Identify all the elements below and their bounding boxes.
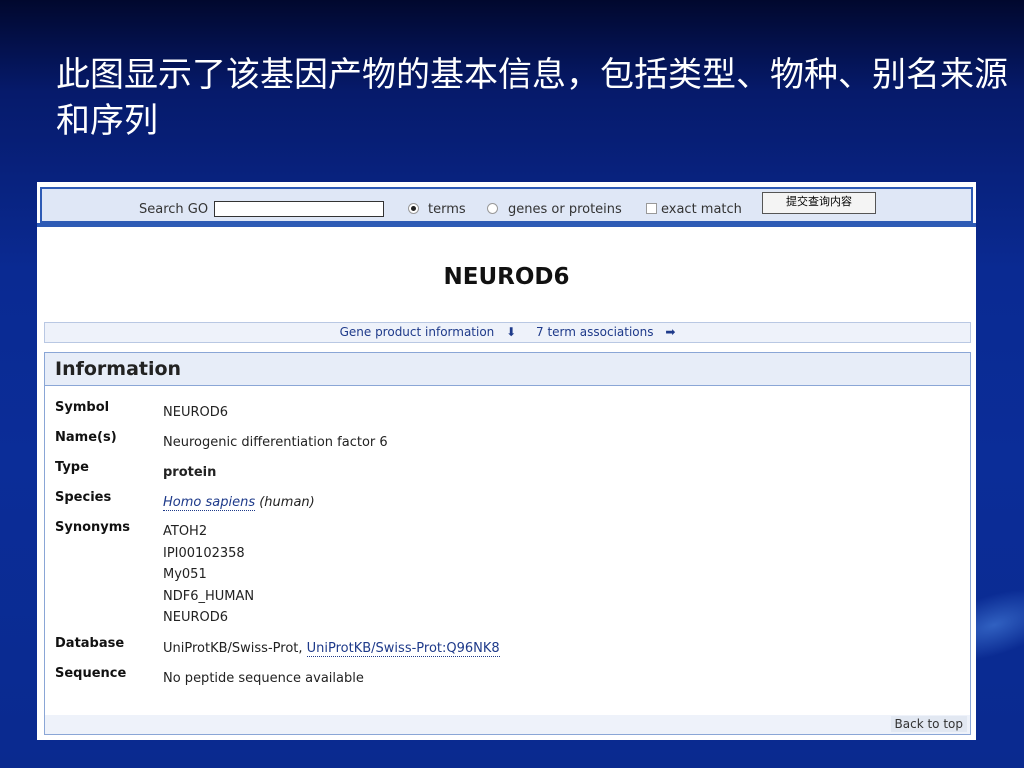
search-input[interactable] (214, 201, 384, 217)
information-panel: Information Symbol NEUROD6 Name(s) Neuro… (44, 352, 971, 735)
synonym-item: ATOH2 (163, 524, 208, 539)
species-common-name: (human) (259, 495, 315, 510)
panel-footer: Back to top (45, 715, 970, 734)
species-label: Species (55, 490, 112, 505)
terms-option-label: terms (428, 202, 466, 217)
synonym-item: NEUROD6 (163, 610, 228, 625)
database-text: UniProtKB/Swiss-Prot, (163, 641, 303, 656)
symbol-value: NEUROD6 (163, 405, 228, 420)
synonym-item: IPI00102358 (163, 545, 245, 561)
nav-gene-info-link[interactable]: Gene product information ⬇ (336, 325, 521, 339)
section-nav: Gene product information ⬇ 7 term associ… (44, 322, 971, 343)
database-value: UniProtKB/Swiss-Prot, UniProtKB/Swiss-Pr… (163, 641, 500, 657)
sequence-label: Sequence (55, 666, 127, 681)
page-title: NEUROD6 (443, 264, 570, 290)
type-value: protein (163, 465, 217, 480)
search-label: Search GO (139, 202, 209, 217)
exact-match-checkbox[interactable] (646, 203, 657, 214)
search-bar: Search GO terms genes or proteins exact … (40, 187, 973, 223)
names-value: Neurogenic differentiation factor 6 (163, 435, 388, 450)
genes-option-label: genes or proteins (508, 202, 622, 217)
header-divider (37, 223, 976, 227)
synonyms-list: ATOH2 IPI00102358 My051 NDF6_HUMAN NEURO… (163, 521, 254, 629)
species-value: Homo sapiens (human) (163, 495, 315, 511)
synonym-item: My051 (163, 567, 207, 582)
arrow-down-icon: ⬇ (506, 325, 517, 339)
synonym-item: NDF6_HUMAN (163, 588, 255, 604)
exact-match-label: exact match (661, 202, 742, 217)
species-link[interactable]: Homo sapiens (163, 495, 256, 511)
genes-radio[interactable] (487, 203, 498, 214)
terms-radio[interactable] (408, 203, 419, 214)
arrow-right-icon: ➡ (665, 325, 676, 339)
nav-gene-info-label: Gene product information (339, 325, 495, 339)
database-label: Database (55, 636, 125, 651)
symbol-label: Symbol (55, 400, 110, 415)
database-link[interactable]: UniProtKB/Swiss-Prot:Q96NK8 (306, 641, 500, 657)
go-browser-screenshot: Search GO terms genes or proteins exact … (37, 182, 976, 740)
submit-button[interactable]: 提交查询内容 (762, 192, 876, 214)
sequence-value: No peptide sequence available (163, 671, 364, 686)
synonyms-label: Synonyms (55, 520, 131, 535)
nav-associations-label: 7 term associations (536, 325, 654, 339)
type-label: Type (55, 460, 89, 475)
slide-title: 此图显示了该基因产物的基本信息，包括类型、物种、别名来源和序列 (56, 55, 1008, 141)
back-to-top-link[interactable]: Back to top (890, 716, 967, 732)
names-label: Name(s) (55, 430, 117, 445)
nav-associations-link[interactable]: 7 term associations ➡ (532, 325, 679, 339)
information-heading: Information (45, 353, 970, 386)
